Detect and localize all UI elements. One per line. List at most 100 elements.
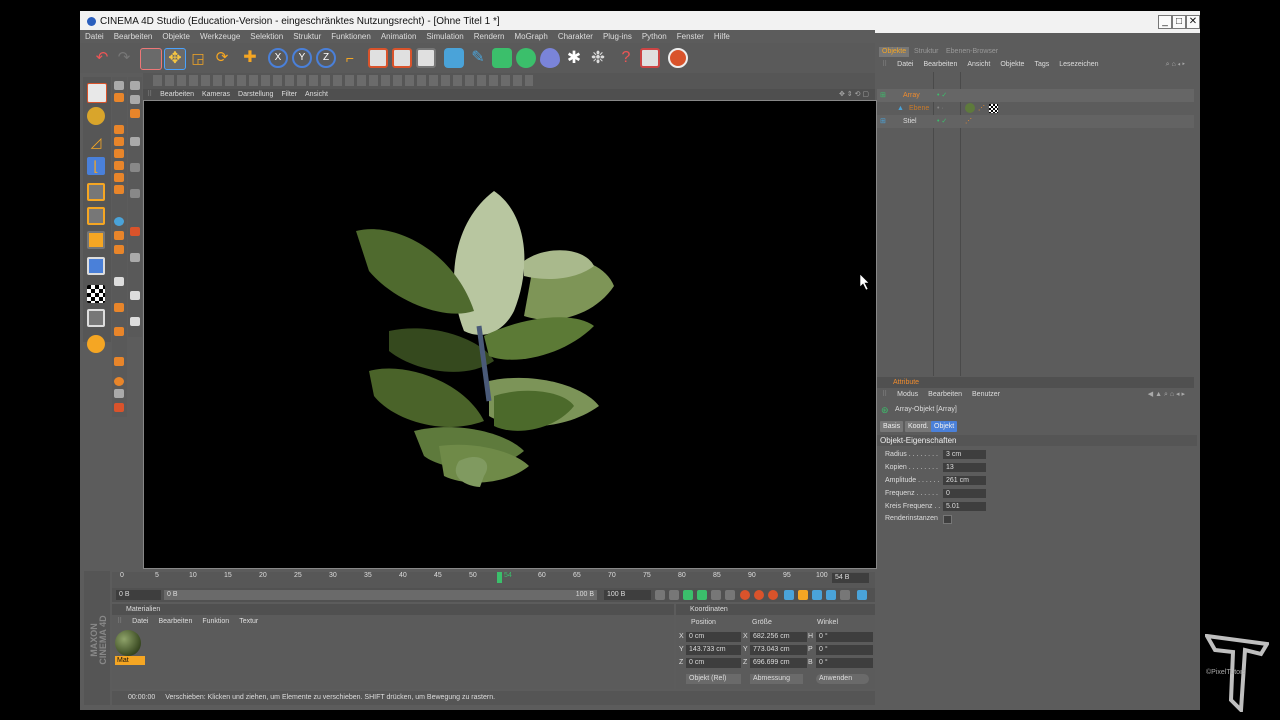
menu-plugins[interactable]: Plug-ins	[598, 30, 637, 42]
mat-menu-datei[interactable]: Datei	[127, 618, 153, 625]
redo-icon[interactable]: ↷	[114, 48, 134, 68]
go-to-end-icon[interactable]	[725, 590, 735, 600]
record-keyframe-icon[interactable]	[740, 590, 750, 600]
attr-tab-objekt[interactable]: Objekt	[931, 421, 958, 432]
obj-menu-objekte[interactable]: Objekte	[995, 61, 1029, 68]
maximize-button[interactable]: □	[1172, 15, 1186, 29]
tool-icon[interactable]	[130, 189, 140, 198]
view-mode-icon[interactable]	[87, 83, 107, 103]
play-backward-icon[interactable]	[683, 590, 693, 600]
visibility-check-icon[interactable]: • ✓	[937, 115, 947, 128]
tool-icon[interactable]	[114, 403, 124, 412]
menu-struktur[interactable]: Struktur	[288, 30, 326, 42]
render-settings-icon[interactable]	[416, 48, 436, 68]
tool-icon[interactable]	[130, 109, 140, 118]
visibility-dot-icon[interactable]: • ·	[937, 102, 944, 115]
tool-icon[interactable]	[114, 217, 124, 226]
y-axis-lock-icon[interactable]: Y	[292, 48, 312, 68]
attr-tab-koord[interactable]: Koord.	[905, 421, 932, 432]
amplitude-field[interactable]: 261 cm	[943, 476, 986, 485]
tool-icon[interactable]	[114, 377, 124, 386]
menu-rendern[interactable]: Rendern	[469, 30, 510, 42]
texture-mode-icon[interactable]: ◿	[87, 133, 105, 151]
tool-icon[interactable]	[114, 125, 124, 134]
kopien-field[interactable]: 13	[943, 463, 986, 472]
vp-menu-ansicht[interactable]: Ansicht	[301, 89, 332, 100]
angle-b-field[interactable]: 0 °	[816, 658, 873, 668]
tool-icon[interactable]	[114, 389, 124, 398]
tool-icon[interactable]	[130, 317, 140, 326]
vp-menu-filter[interactable]: Filter	[277, 89, 301, 100]
attr-menu-benutzer[interactable]: Benutzer	[967, 391, 1005, 398]
tool-icon[interactable]	[114, 149, 124, 158]
environment-icon[interactable]: ❉	[588, 48, 608, 68]
attributes-nav-icons[interactable]: ◀ ▲ ⌕ ⌂ ◂ ▸	[1143, 389, 1190, 400]
edges-mode-icon[interactable]	[87, 207, 105, 225]
obj-menu-datei[interactable]: Datei	[892, 61, 918, 68]
scale-tool-icon[interactable]: ◲	[188, 48, 208, 68]
locked-workplane-icon[interactable]	[87, 309, 105, 327]
tool-icon[interactable]	[114, 231, 124, 240]
key-parameter-icon[interactable]	[826, 590, 836, 600]
tag-icon[interactable]: ⋰	[965, 115, 972, 128]
vp-menu-darstellung[interactable]: Darstellung	[234, 89, 277, 100]
undo-icon[interactable]: ↶	[92, 48, 112, 68]
angle-p-field[interactable]: 0 °	[816, 645, 873, 655]
size-y-field[interactable]: 773.043 cm	[750, 645, 807, 655]
layout-icon[interactable]	[640, 48, 660, 68]
axis-mode-icon[interactable]: ⌊	[87, 157, 105, 175]
tool-icon[interactable]	[130, 227, 140, 236]
menu-datei[interactable]: Datei	[80, 30, 109, 42]
tool-icon[interactable]	[114, 303, 124, 312]
key-scale-icon[interactable]	[798, 590, 808, 600]
step-forward-icon[interactable]	[711, 590, 721, 600]
mat-menu-textur[interactable]: Textur	[234, 618, 263, 625]
pixeltutors-icon[interactable]	[668, 48, 688, 68]
add-tool-icon[interactable]: ✚	[240, 48, 260, 68]
polygons-mode-icon[interactable]	[87, 231, 105, 249]
mat-menu-bearbeiten[interactable]: Bearbeiten	[153, 618, 197, 625]
tool-icon[interactable]	[130, 291, 140, 300]
attr-menu-modus[interactable]: Modus	[892, 391, 923, 398]
timeline-window-icon[interactable]	[857, 590, 867, 600]
material-tag-icon[interactable]	[965, 103, 975, 113]
vp-menu-bearbeiten[interactable]: Bearbeiten	[156, 89, 198, 100]
tab-ebenen-browser[interactable]: Ebenen-Browser	[943, 47, 1001, 57]
tool-icon[interactable]	[114, 357, 124, 366]
tool-icon[interactable]	[130, 95, 140, 104]
workplane-icon[interactable]	[87, 285, 105, 303]
tool-icon[interactable]	[114, 245, 124, 254]
deformer-icon[interactable]	[540, 48, 560, 68]
material-swatch[interactable]: Mat	[115, 630, 145, 670]
tool-icon[interactable]	[130, 253, 140, 262]
position-z-field[interactable]: 0 cm	[686, 658, 741, 668]
z-axis-lock-icon[interactable]: Z	[316, 48, 336, 68]
obj-menu-bearbeiten[interactable]: Bearbeiten	[918, 61, 962, 68]
key-rotation-icon[interactable]	[812, 590, 822, 600]
menu-selektion[interactable]: Selektion	[245, 30, 288, 42]
object-row-stiel[interactable]: ⊞ Stiel • ✓ ⋰	[877, 115, 1194, 128]
obj-menu-lesezeichen[interactable]: Lesezeichen	[1054, 61, 1103, 68]
step-back-icon[interactable]	[669, 590, 679, 600]
menu-fenster[interactable]: Fenster	[672, 30, 709, 42]
spline-pen-icon[interactable]: ✎	[468, 48, 488, 68]
menu-objekte[interactable]: Objekte	[157, 30, 195, 42]
tool-icon[interactable]	[114, 81, 124, 90]
visibility-check-icon[interactable]: • ✓	[937, 89, 947, 102]
render-view-icon[interactable]	[368, 48, 388, 68]
obj-menu-tags[interactable]: Tags	[1029, 61, 1054, 68]
close-button[interactable]: ✕	[1186, 15, 1200, 29]
rotate-tool-icon[interactable]: ⟳	[212, 48, 232, 68]
move-tool-icon[interactable]: ✥	[164, 48, 186, 70]
start-frame-field[interactable]: 0 B	[116, 590, 161, 600]
scene-light-icon[interactable]: ✱	[564, 48, 584, 68]
tool-icon[interactable]	[114, 161, 124, 170]
auto-keyframe-icon[interactable]	[754, 590, 764, 600]
attr-menu-bearbeiten[interactable]: Bearbeiten	[923, 391, 967, 398]
menu-simulation[interactable]: Simulation	[421, 30, 468, 42]
3d-viewport[interactable]	[143, 100, 877, 569]
help-icon[interactable]: ?	[616, 48, 636, 68]
mat-menu-funktion[interactable]: Funktion	[197, 618, 234, 625]
menu-hilfe[interactable]: Hilfe	[709, 30, 735, 42]
size-z-field[interactable]: 696.699 cm	[750, 658, 807, 668]
